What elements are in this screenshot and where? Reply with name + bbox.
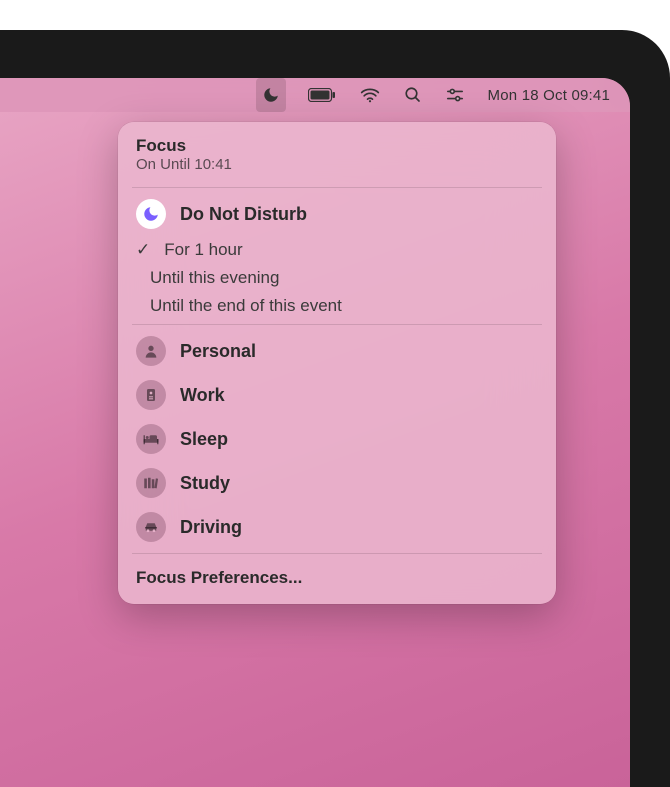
dnd-option-until-evening[interactable]: Until this evening bbox=[118, 264, 556, 292]
focus-panel-header: Focus On Until 10:41 bbox=[118, 136, 556, 183]
badge-icon bbox=[136, 380, 166, 410]
car-icon bbox=[136, 512, 166, 542]
bed-icon bbox=[136, 424, 166, 454]
control-center-icon bbox=[446, 87, 464, 103]
focus-title: Focus bbox=[136, 136, 538, 156]
focus-mode-work[interactable]: Work bbox=[118, 373, 556, 417]
do-not-disturb-row[interactable]: Do Not Disturb bbox=[118, 192, 556, 236]
divider bbox=[132, 187, 542, 188]
focus-mode-personal[interactable]: Personal bbox=[118, 329, 556, 373]
focus-mode-label: Driving bbox=[180, 517, 538, 538]
menu-bar: Mon 18 Oct 09:41 bbox=[0, 78, 630, 112]
desktop-screen: Mon 18 Oct 09:41 Focus On Until 10:41 Do… bbox=[0, 78, 630, 787]
spotlight-menubar-item[interactable] bbox=[402, 78, 424, 112]
device-frame: Mon 18 Oct 09:41 Focus On Until 10:41 Do… bbox=[0, 30, 670, 787]
focus-panel: Focus On Until 10:41 Do Not Disturb ✓ Fo… bbox=[118, 122, 556, 604]
focus-mode-sleep[interactable]: Sleep bbox=[118, 417, 556, 461]
wifi-menubar-item[interactable] bbox=[358, 78, 382, 112]
books-icon bbox=[136, 468, 166, 498]
dnd-option-for-1-hour[interactable]: ✓ For 1 hour bbox=[118, 236, 556, 264]
focus-mode-label: Work bbox=[180, 385, 538, 406]
dnd-option-label: Until the end of this event bbox=[150, 296, 538, 316]
datetime-text: Mon 18 Oct 09:41 bbox=[488, 87, 610, 104]
control-center-menubar-item[interactable] bbox=[444, 78, 466, 112]
focus-preferences-link[interactable]: Focus Preferences... bbox=[118, 558, 556, 594]
divider bbox=[132, 553, 542, 554]
dnd-option-label: For 1 hour bbox=[164, 240, 538, 260]
divider bbox=[132, 324, 542, 325]
focus-mode-label: Sleep bbox=[180, 429, 538, 450]
focus-mode-driving[interactable]: Driving bbox=[118, 505, 556, 549]
search-icon bbox=[404, 86, 422, 104]
focus-mode-study[interactable]: Study bbox=[118, 461, 556, 505]
dnd-option-label: Until this evening bbox=[150, 268, 538, 288]
check-icon: ✓ bbox=[136, 240, 150, 260]
focus-menubar-item[interactable] bbox=[256, 78, 286, 112]
moon-icon bbox=[262, 86, 280, 104]
moon-icon bbox=[136, 199, 166, 229]
focus-mode-label: Study bbox=[180, 473, 538, 494]
wifi-icon bbox=[360, 87, 380, 103]
do-not-disturb-label: Do Not Disturb bbox=[180, 204, 538, 225]
focus-mode-label: Personal bbox=[180, 341, 538, 362]
focus-preferences-label: Focus Preferences... bbox=[136, 568, 302, 587]
datetime-menubar-item[interactable]: Mon 18 Oct 09:41 bbox=[486, 78, 612, 112]
battery-menubar-item[interactable] bbox=[306, 78, 338, 112]
person-icon bbox=[136, 336, 166, 366]
focus-subtitle: On Until 10:41 bbox=[136, 156, 538, 173]
dnd-option-until-event-end[interactable]: Until the end of this event bbox=[118, 292, 556, 320]
battery-icon bbox=[308, 88, 336, 102]
